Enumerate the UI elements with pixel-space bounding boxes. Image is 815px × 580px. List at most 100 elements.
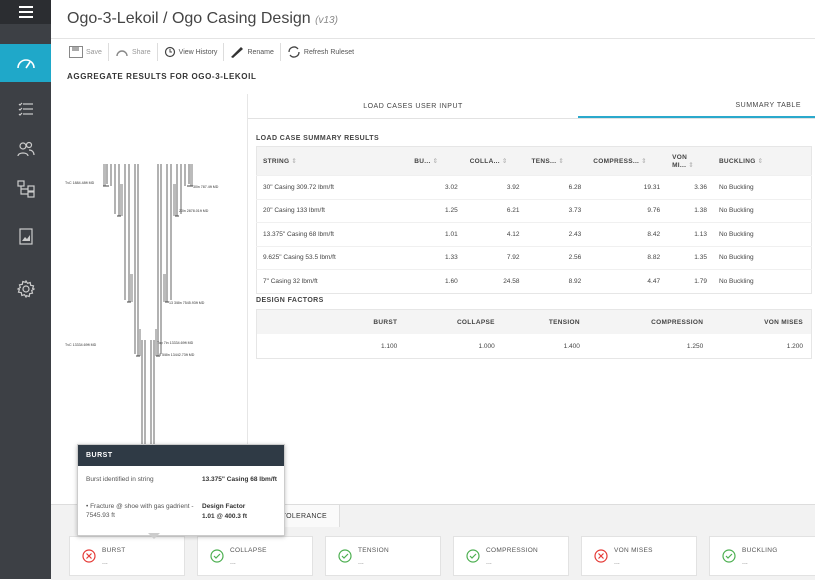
- table-cell: 1.01: [408, 222, 464, 246]
- check-circle-icon: [722, 549, 736, 568]
- view-history-label: View History: [178, 48, 218, 56]
- sidebar-item-checklist[interactable]: [0, 90, 51, 128]
- table-cell: 1.60: [408, 269, 464, 293]
- table-cell: 3.92: [463, 175, 526, 199]
- table-row: 13.375" Casing 68 lbm/ft 1.01 4.12 2.43 8.42…: [256, 222, 812, 246]
- status-card-value: ...: [102, 559, 108, 566]
- gauge-icon: [16, 59, 35, 69]
- rename-button[interactable]: Rename: [224, 43, 281, 61]
- version-label: (v13): [315, 15, 338, 26]
- table-cell: 8.92: [525, 269, 588, 293]
- table-cell: 7" Casing 32 lbm/ft: [256, 269, 409, 293]
- tooltip-string-value: 13.375" Casing 68 lbm/ft: [202, 476, 277, 483]
- table-cell: 20" Casing 133 lbm/ft: [256, 198, 409, 223]
- tooltip-text-1: Burst identified in string: [86, 476, 154, 483]
- summary-header-label: BU...: [414, 158, 431, 165]
- status-card-label: COLLAPSE: [230, 547, 267, 554]
- summary-header-label: STRING: [263, 158, 290, 165]
- page-title: Ogo-3-Lekoil / Ogo Casing Design (v13): [67, 10, 338, 28]
- gear-icon: [16, 280, 35, 298]
- table-cell: 3.36: [666, 175, 713, 199]
- menu-icon: [18, 6, 33, 18]
- status-card-buckling[interactable]: BUCKLING...: [709, 536, 815, 576]
- summary-title: LOAD CASE SUMMARY RESULTS: [256, 135, 380, 142]
- sidebar-item-images[interactable]: [0, 217, 51, 255]
- sort-icon[interactable]: ⇕: [502, 158, 508, 165]
- load-case-summary-table: STRING ⇕ BU... ⇕ COLLA... ⇕ TENS... ⇕ COMPRESS..…: [256, 146, 812, 294]
- status-card-label: TENSION: [358, 547, 389, 554]
- design-factor-header: BURST: [333, 309, 406, 334]
- table-cell: 7.92: [463, 245, 526, 270]
- table-cell: 9.76: [587, 198, 667, 223]
- page-title-text: Ogo-3-Lekoil / Ogo Casing Design: [67, 10, 311, 27]
- table-cell: 4.12: [463, 222, 526, 246]
- status-card-von-mises[interactable]: VON MISES...: [581, 536, 697, 576]
- checklist-icon: [18, 102, 33, 116]
- sort-icon[interactable]: ⇕: [433, 158, 439, 165]
- sidebar-item-settings[interactable]: [0, 270, 51, 308]
- status-card-value: ...: [358, 559, 364, 566]
- tab-load-cases-user-input[interactable]: LOAD CASES USER INPUT: [248, 94, 578, 118]
- schematic-label-4: 13 3/8in 7545.93ft MD: [169, 301, 205, 305]
- status-card-burst[interactable]: BURST...: [69, 536, 185, 576]
- pencil-icon: [231, 47, 244, 58]
- sidebar-item-dashboard[interactable]: [0, 44, 51, 82]
- results-tabs: LOAD CASES USER INPUT SUMMARY TABLE: [248, 94, 815, 119]
- sort-icon[interactable]: ⇕: [758, 158, 764, 165]
- table-row: 9.625" Casing 53.5 lbm/ft 1.33 7.92 2.56 8.8…: [256, 245, 812, 270]
- share-button[interactable]: Share: [109, 43, 158, 61]
- schematic-label-1: TvC 1884.48ft MD: [65, 181, 95, 185]
- table-cell: No Buckling: [712, 175, 812, 199]
- summary-header-2[interactable]: COLLA... ⇕: [463, 146, 526, 176]
- summary-header-4[interactable]: COMPRESS... ⇕: [587, 146, 667, 176]
- summary-header-label: TENS...: [531, 158, 557, 165]
- wellbore-schematic-panel: TvC 1884.48ft MD 30in 787.4ft MD 20in 28…: [51, 94, 248, 504]
- design-factor-value: 1.100: [380, 342, 398, 350]
- table-cell: 19.31: [587, 175, 667, 199]
- sidebar-item-users[interactable]: [0, 130, 51, 168]
- tooltip-caret: [148, 533, 160, 539]
- sort-icon[interactable]: ⇕: [688, 162, 694, 169]
- design-factors-empty-cell: [257, 334, 334, 359]
- design-factors-table: BURST COLLAPSE TENSION COMPRESSION VON MISES…: [256, 309, 812, 359]
- sort-icon[interactable]: ⇕: [291, 158, 297, 165]
- table-cell: No Buckling: [712, 269, 812, 293]
- summary-header-6[interactable]: BUCKLING ⇕: [712, 146, 812, 176]
- table-cell: 1.35: [666, 245, 713, 270]
- tab-summary-table[interactable]: SUMMARY TABLE: [578, 94, 815, 118]
- refresh-ruleset-button[interactable]: Refresh Ruleset: [281, 43, 360, 61]
- status-card-label: COMPRESSION: [486, 547, 539, 554]
- table-cell: 8.82: [587, 245, 667, 270]
- table-cell: 1.13: [666, 222, 713, 246]
- toolbar: Save Share View History Rename Refresh R…: [63, 42, 360, 62]
- status-card-collapse[interactable]: COLLAPSE...: [197, 536, 313, 576]
- sort-icon[interactable]: ⇕: [641, 158, 647, 165]
- view-history-button[interactable]: View History: [158, 43, 225, 61]
- tooltip-design-factor-label: Design Factor: [202, 503, 246, 510]
- schematic-label-7: 9 5/8in 13442.73ft MD: [159, 353, 195, 357]
- sidebar-item-hierarchy[interactable]: [0, 170, 51, 208]
- status-card-label: VON MISES: [614, 547, 653, 554]
- summary-header-1[interactable]: BU... ⇕: [408, 146, 464, 176]
- summary-header-0[interactable]: STRING ⇕: [256, 146, 409, 176]
- table-cell: 30" Casing 309.72 lbm/ft: [256, 175, 409, 199]
- sort-icon[interactable]: ⇕: [558, 158, 564, 165]
- summary-header-5[interactable]: VON MI... ⇕: [666, 146, 713, 176]
- summary-header-3[interactable]: TENS... ⇕: [525, 146, 588, 176]
- sidebar: [0, 0, 51, 579]
- status-card-compression[interactable]: COMPRESSION...: [453, 536, 569, 576]
- design-factors-title: DESIGN FACTORS: [256, 297, 324, 304]
- status-card-value: ...: [486, 559, 492, 566]
- history-icon: [164, 46, 175, 58]
- table-cell: 8.42: [587, 222, 667, 246]
- status-card-tension[interactable]: TENSION...: [325, 536, 441, 576]
- design-factor-value: 1.250: [686, 342, 704, 350]
- menu-button[interactable]: [0, 0, 51, 24]
- refresh-icon: [288, 46, 300, 58]
- refresh-ruleset-label: Refresh Ruleset: [303, 48, 355, 56]
- save-button[interactable]: Save: [63, 43, 109, 61]
- image-icon: [18, 227, 33, 245]
- table-cell: 24.58: [463, 269, 526, 293]
- design-factor-header: VON MISES: [711, 309, 812, 334]
- table-cell: No Buckling: [712, 222, 812, 246]
